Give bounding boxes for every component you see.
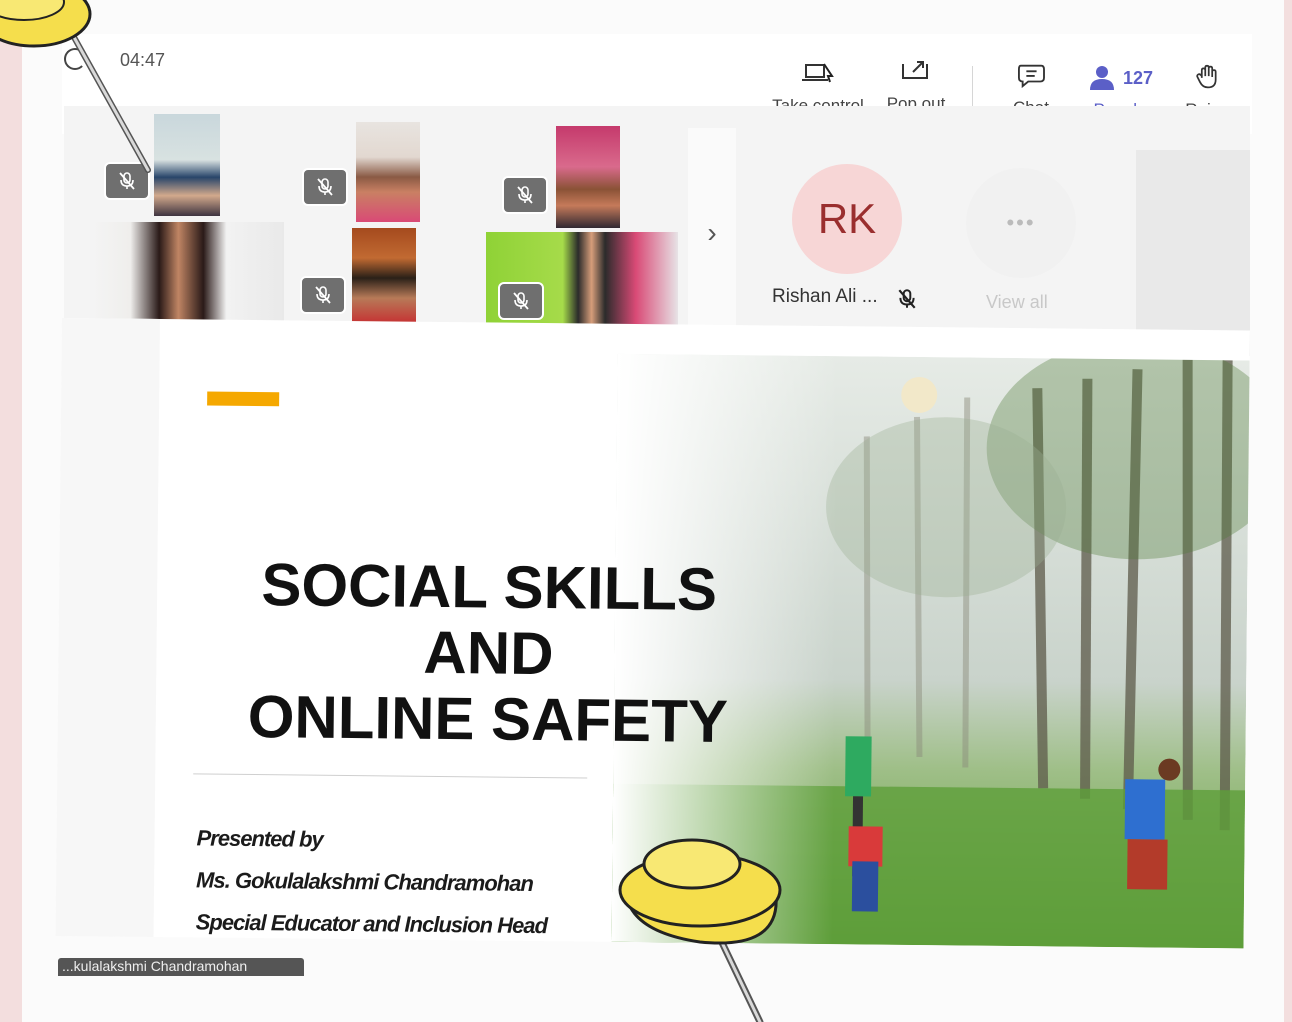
thumbtack-icon bbox=[0, 0, 782, 1022]
